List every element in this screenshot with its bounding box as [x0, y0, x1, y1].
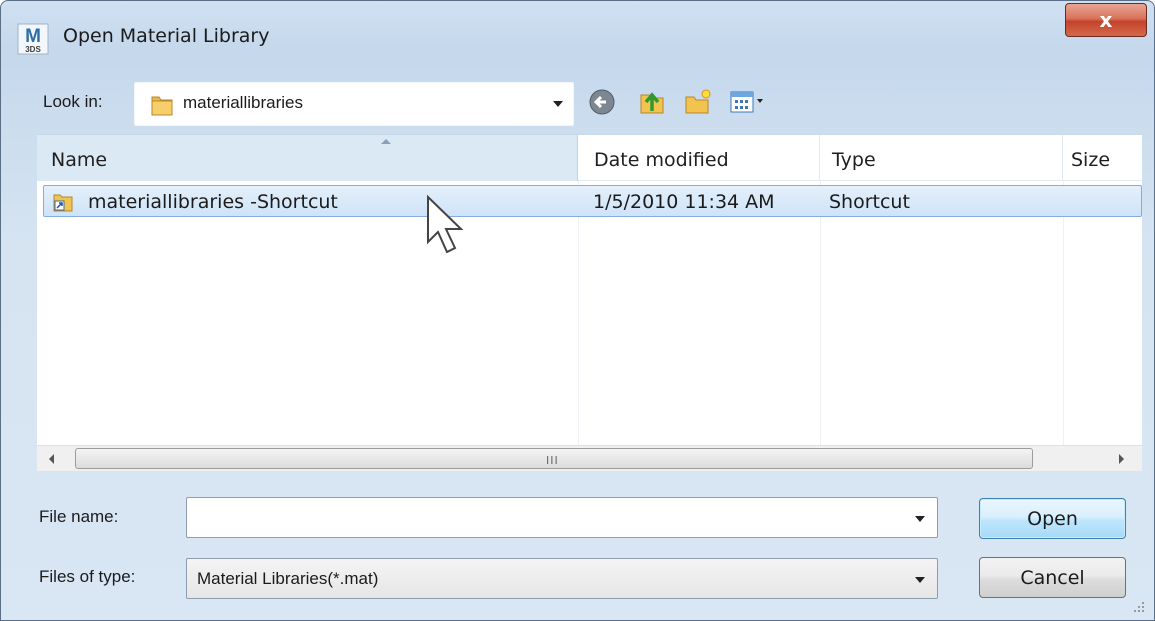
column-divider	[820, 181, 821, 446]
app-icon-subtext: 3DS	[25, 45, 41, 54]
files-of-type-value: Material Libraries(*.mat)	[197, 569, 379, 588]
column-header-date-modified[interactable]: Date modified	[578, 135, 820, 181]
open-button[interactable]: Open	[979, 498, 1126, 539]
column-divider	[1063, 181, 1064, 446]
shortcut-folder-icon	[53, 194, 73, 212]
new-folder-icon[interactable]	[683, 87, 713, 117]
mouse-cursor-icon	[427, 194, 464, 254]
column-header-type[interactable]: Type	[820, 135, 1063, 181]
open-material-library-dialog: M 3DS Open Material Library x Look in: m…	[0, 0, 1155, 621]
scroll-right-arrow-icon[interactable]	[1119, 454, 1124, 464]
list-header: Name Date modified Type Size	[37, 135, 1142, 181]
column-header-name-label: Name	[51, 149, 108, 171]
view-menu-icon[interactable]	[729, 87, 777, 117]
look-in-dropdown[interactable]: materiallibraries	[134, 82, 574, 126]
row-date-modified: 1/5/2010 11:34 AM	[593, 191, 775, 213]
window-title: Open Material Library	[63, 25, 270, 47]
close-icon: x	[1099, 8, 1113, 32]
horizontal-scrollbar[interactable]: III	[37, 445, 1142, 471]
file-list[interactable]: Name Date modified Type Size materiallib…	[37, 134, 1142, 446]
list-item-selected[interactable]: materiallibraries -Shortcut 1/5/2010 11:…	[43, 185, 1142, 217]
resize-grip-icon[interactable]	[1132, 600, 1146, 614]
scrollbar-thumb[interactable]: III	[75, 448, 1033, 469]
column-divider	[578, 181, 579, 446]
app-icon: M 3DS	[17, 23, 49, 55]
folder-icon	[151, 96, 173, 116]
files-of-type-label: Files of type:	[39, 567, 136, 586]
back-icon[interactable]	[587, 87, 617, 117]
close-button[interactable]: x	[1065, 3, 1147, 37]
scrollbar-grip: III	[546, 454, 559, 467]
cancel-button[interactable]: Cancel	[979, 557, 1126, 598]
chevron-down-icon[interactable]	[915, 516, 925, 522]
column-header-name[interactable]: Name	[37, 135, 578, 181]
title-bar[interactable]: M 3DS Open Material Library x	[1, 1, 1154, 69]
file-name-label: File name:	[39, 507, 119, 526]
row-type: Shortcut	[829, 191, 910, 213]
sort-ascending-icon	[381, 139, 391, 144]
up-folder-icon[interactable]	[637, 87, 667, 117]
chevron-down-icon[interactable]	[553, 101, 563, 107]
look-in-value: materiallibraries	[183, 93, 303, 112]
files-of-type-select[interactable]: Material Libraries(*.mat)	[186, 558, 938, 599]
scroll-left-arrow-icon[interactable]	[49, 454, 54, 464]
look-in-label: Look in:	[43, 92, 103, 111]
row-name: materiallibraries -Shortcut	[88, 191, 338, 213]
file-name-combobox[interactable]	[186, 497, 938, 538]
chevron-down-icon[interactable]	[915, 577, 925, 583]
column-header-size[interactable]: Size	[1063, 135, 1142, 181]
app-icon-letter: M	[25, 26, 41, 47]
